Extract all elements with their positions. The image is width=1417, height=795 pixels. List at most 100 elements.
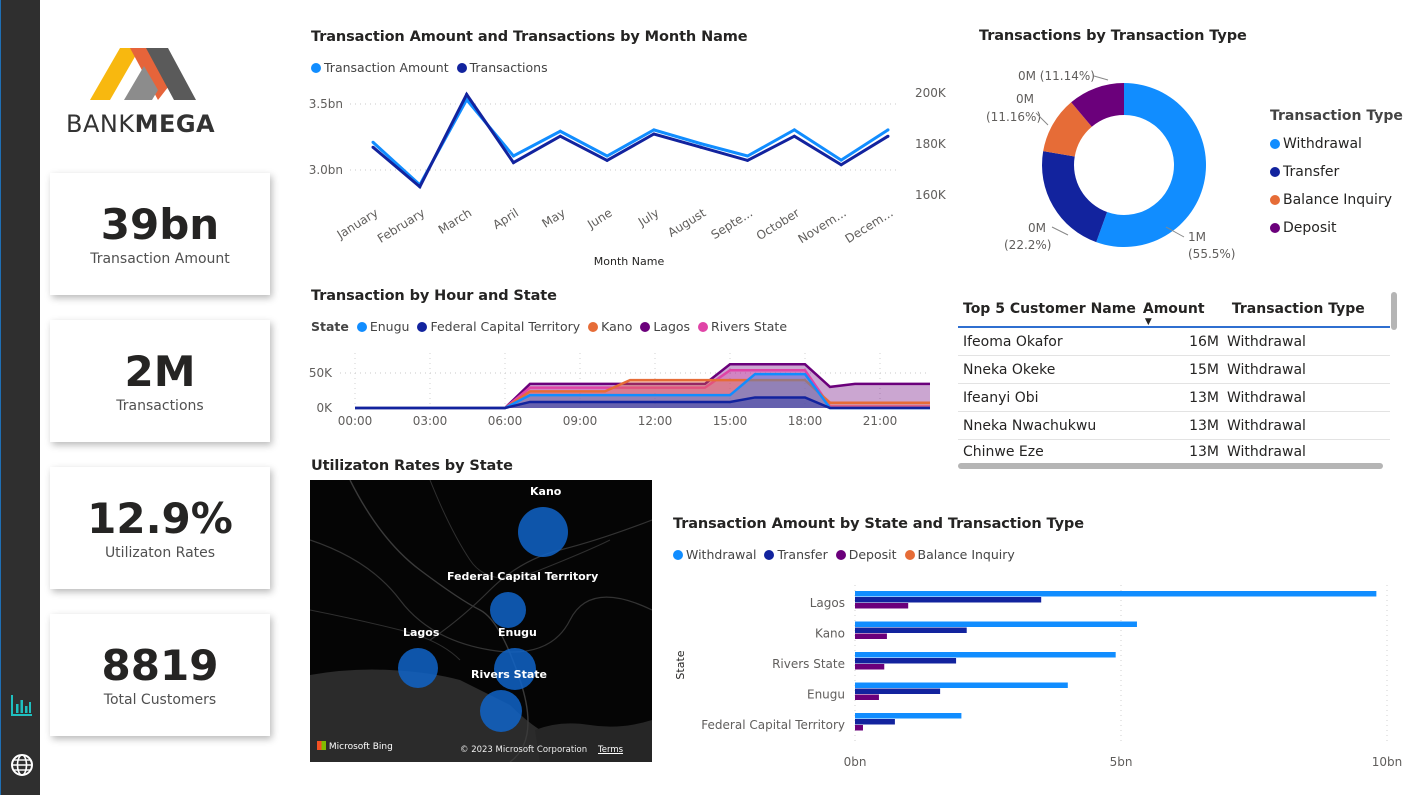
map-bubble-rivers[interactable] <box>480 690 522 732</box>
utilization-map[interactable]: Kano Federal Capital Territory Lagos Enu… <box>310 480 652 762</box>
map-bubble-lagos[interactable] <box>398 648 438 688</box>
legend-title: Transaction Type <box>1270 108 1403 124</box>
map-label: Kano <box>530 485 562 498</box>
map-bubble-fct[interactable] <box>490 592 526 628</box>
table-row[interactable]: Ifeanyi Obi 13M Withdrawal <box>958 384 1390 412</box>
kpi-value: 2M <box>124 347 196 396</box>
legend-item[interactable]: Transfer <box>764 547 828 562</box>
data-point <box>699 142 703 146</box>
category-label: Federal Capital Territory <box>701 718 845 732</box>
x-tick-label: April <box>490 206 521 232</box>
data-point <box>886 134 890 138</box>
map-copyright: © 2023 Microsoft Corporation <box>460 745 588 755</box>
bar-withdrawal <box>855 591 1377 597</box>
table-row[interactable]: Nneka Okeke 15M Withdrawal <box>958 356 1390 384</box>
kpi-card-transaction-amount: 39bn Transaction Amount <box>50 173 270 295</box>
map-terms-link[interactable]: Terms <box>598 745 623 755</box>
data-point <box>371 140 375 144</box>
bar-transfer <box>855 688 941 694</box>
bar-withdrawal <box>855 713 962 719</box>
donut-chart-title: Transactions by Transaction Type <box>979 28 1247 44</box>
y-axis-label: State <box>674 650 687 679</box>
y-right-tick: 200K <box>915 86 947 100</box>
table-row[interactable]: Ifeoma Okafor 16M Withdrawal <box>958 328 1390 356</box>
donut-label-transfer-value: 0M <box>1028 221 1046 235</box>
x-tick-label: March <box>436 206 474 237</box>
category-label: Enugu <box>807 688 845 702</box>
x-tick-label: 21:00 <box>863 414 898 428</box>
kpi-card-utilization-rates: 12.9% Utilizaton Rates <box>50 467 270 589</box>
x-tick-label: 12:00 <box>638 414 673 428</box>
legend-item[interactable]: Withdrawal <box>1270 130 1403 158</box>
map-label: Enugu <box>498 626 537 639</box>
bar-transfer <box>855 658 957 664</box>
bar-chart-icon[interactable] <box>9 692 35 718</box>
data-point <box>465 92 469 96</box>
x-tick-label: Septe... <box>709 206 756 242</box>
legend-item[interactable]: Federal Capital Territory <box>417 319 580 334</box>
bar-transfer <box>855 719 895 725</box>
donut-legend: Transaction Type Withdrawal Transfer Bal… <box>1270 102 1403 242</box>
map-label: Federal Capital Territory <box>447 570 599 583</box>
map-bubble-kano[interactable] <box>518 507 568 557</box>
bar-withdrawal <box>855 682 1068 688</box>
table-row[interactable]: Nneka Nwachukwu 13M Withdrawal <box>958 412 1390 440</box>
monthly-chart-legend: Transaction Amount Transactions <box>311 60 552 75</box>
data-point <box>792 128 796 132</box>
kpi-label: Total Customers <box>103 692 217 708</box>
legend-item[interactable]: Withdrawal <box>673 547 756 562</box>
legend-item[interactable]: Deposit <box>1270 214 1403 242</box>
x-tick-label: 00:00 <box>338 414 373 428</box>
table-horizontal-scrollbar[interactable] <box>958 463 1383 469</box>
sort-desc-icon: ▼ <box>1144 317 1152 327</box>
data-point <box>511 154 515 158</box>
legend-item[interactable]: Transactions <box>456 60 548 75</box>
legend-item[interactable]: Balance Inquiry <box>1270 186 1403 214</box>
x-tick-label: 03:00 <box>413 414 448 428</box>
state-bar-chart: State Lagos Kano Rivers State Enugu Federal … <box>674 585 1403 769</box>
logo-mark <box>90 48 196 100</box>
category-label: Rivers State <box>772 657 845 671</box>
legend-item[interactable]: Lagos <box>640 319 690 334</box>
donut-label-balance-value: 0M <box>1016 92 1034 106</box>
y-left-tick: 3.0bn <box>309 163 343 177</box>
series-line-transaction-amount <box>371 96 889 188</box>
legend-item[interactable]: Deposit <box>835 547 897 562</box>
donut-label-transfer-pct: (22.2%) <box>1004 238 1051 252</box>
column-header-customer[interactable]: Top 5 Customer Name <box>958 301 1143 317</box>
x-tick-label: 10bn <box>1372 755 1403 769</box>
kpi-label: Utilizaton Rates <box>104 545 216 561</box>
bar-transfer <box>855 627 967 633</box>
x-tick-label: July <box>635 206 662 230</box>
data-point <box>699 145 703 149</box>
table-vertical-scrollbar[interactable] <box>1391 292 1397 330</box>
left-nav-bar <box>0 0 40 795</box>
table-row[interactable]: Chinwe Eze 13M Withdrawal <box>958 440 1390 464</box>
y-left-tick: 3.5bn <box>309 97 343 111</box>
monthly-line-chart: 3.5bn 3.0bn 200K 180K 160K JanuaryFebrua… <box>309 86 947 268</box>
legend-item[interactable]: Transfer <box>1270 158 1403 186</box>
legend-item[interactable]: Kano <box>588 319 632 334</box>
legend-item[interactable]: Balance Inquiry <box>904 547 1015 562</box>
legend-item[interactable]: Rivers State <box>698 319 787 334</box>
data-point <box>839 163 843 167</box>
data-point <box>746 154 750 158</box>
bar-deposit <box>855 664 885 670</box>
globe-icon[interactable] <box>9 752 35 778</box>
donut-label-withdrawal-value: 1M <box>1188 230 1206 244</box>
column-header-amount[interactable]: Amount ▼ <box>1143 301 1232 327</box>
x-tick-label: 18:00 <box>788 414 823 428</box>
y-right-tick: 180K <box>915 137 947 151</box>
bing-logo: Microsoft Bing <box>317 741 393 752</box>
column-header-type[interactable]: Transaction Type <box>1232 301 1390 317</box>
legend-item[interactable]: Transaction Amount <box>311 60 449 75</box>
data-point <box>558 129 562 133</box>
bar-deposit <box>855 603 909 609</box>
legend-item[interactable]: Enugu <box>356 319 409 334</box>
hourly-chart-legend: State Enugu Federal Capital Territory Ka… <box>311 319 791 334</box>
legend-title: State <box>311 319 349 334</box>
data-point <box>652 132 656 136</box>
kpi-card-total-customers: 8819 Total Customers <box>50 614 270 736</box>
kpi-value: 8819 <box>101 641 219 690</box>
y-tick: 50K <box>309 366 333 380</box>
